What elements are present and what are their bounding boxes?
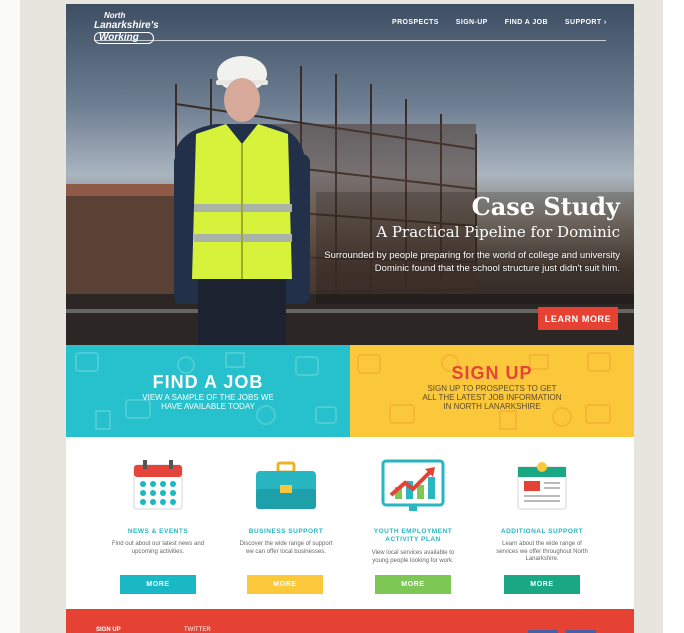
- footer: SIGN UP TWITTER: [66, 609, 634, 633]
- footer-twitter-heading[interactable]: TWITTER: [184, 627, 211, 633]
- service-title: NEWS & EVENTS: [127, 528, 189, 535]
- nav-prospects[interactable]: PROSPECTS: [392, 19, 439, 26]
- services-section: NEWS & EVENTS Find out about our latest …: [66, 437, 634, 610]
- growth-chart-icon: [358, 457, 468, 517]
- document-icon: [487, 457, 597, 517]
- service-title: YOUTH EMPLOYMENT ACTIVITY PLAN: [373, 528, 453, 543]
- sign-up-title: SIGN UP: [451, 363, 533, 383]
- business-more-button[interactable]: MORE: [247, 575, 323, 594]
- nav-support[interactable]: SUPPORT ›: [565, 19, 607, 26]
- news-more-button[interactable]: MORE: [120, 575, 196, 594]
- service-description: View local services available to young p…: [371, 550, 455, 564]
- footer-sign-up-heading[interactable]: SIGN UP: [96, 627, 121, 633]
- case-study-text: Case Study A Practical Pipeline for Domi…: [300, 192, 620, 275]
- service-description: Find out about our latest news and upcom…: [111, 541, 205, 555]
- learn-more-button[interactable]: LEARN MORE: [538, 307, 618, 330]
- main-nav: PROSPECTS SIGN-UP FIND A JOB SUPPORT ›: [392, 19, 607, 26]
- nav-find-a-job[interactable]: FIND A JOB: [505, 19, 548, 26]
- hero-photo: [66, 56, 634, 345]
- nav-sign-up[interactable]: SIGN-UP: [456, 19, 488, 26]
- find-a-job-text: VIEW A SAMPLE OF THE JOBS WE HAVE AVAILA…: [142, 393, 274, 411]
- find-a-job-banner[interactable]: FIND A JOB VIEW A SAMPLE OF THE JOBS WE …: [66, 345, 350, 437]
- service-description: Learn about the wide range of services w…: [496, 541, 588, 562]
- briefcase-icon: [231, 457, 341, 517]
- service-title: BUSINESS SUPPORT: [248, 528, 324, 535]
- service-description: Discover the wide range of support we ca…: [239, 541, 333, 555]
- logo-line-3: Working: [94, 32, 154, 44]
- youth-more-button[interactable]: MORE: [375, 575, 451, 594]
- sign-up-banner[interactable]: SIGN UP SIGN UP TO PROSPECTS TO GET ALL …: [350, 345, 634, 437]
- service-title: ADDITIONAL SUPPORT: [500, 528, 584, 535]
- calendar-icon: [103, 457, 213, 517]
- find-a-job-title: FIND A JOB: [152, 372, 264, 392]
- sign-up-text: SIGN UP TO PROSPECTS TO GET ALL THE LATE…: [422, 384, 562, 411]
- additional-more-button[interactable]: MORE: [504, 575, 580, 594]
- case-study-body: Surrounded by people preparing for the w…: [324, 250, 620, 274]
- case-study-subtitle: A Practical Pipeline for Dominic: [376, 223, 620, 241]
- website-page: North Lanarkshire's Working PROSPECTS SI…: [66, 4, 634, 633]
- hero-section: North Lanarkshire's Working PROSPECTS SI…: [66, 4, 634, 345]
- case-study-title: Case Study: [471, 192, 620, 221]
- left-margin: [0, 0, 20, 633]
- nav-divider: [94, 40, 606, 41]
- logo-line-2: Lanarkshire's: [94, 20, 159, 31]
